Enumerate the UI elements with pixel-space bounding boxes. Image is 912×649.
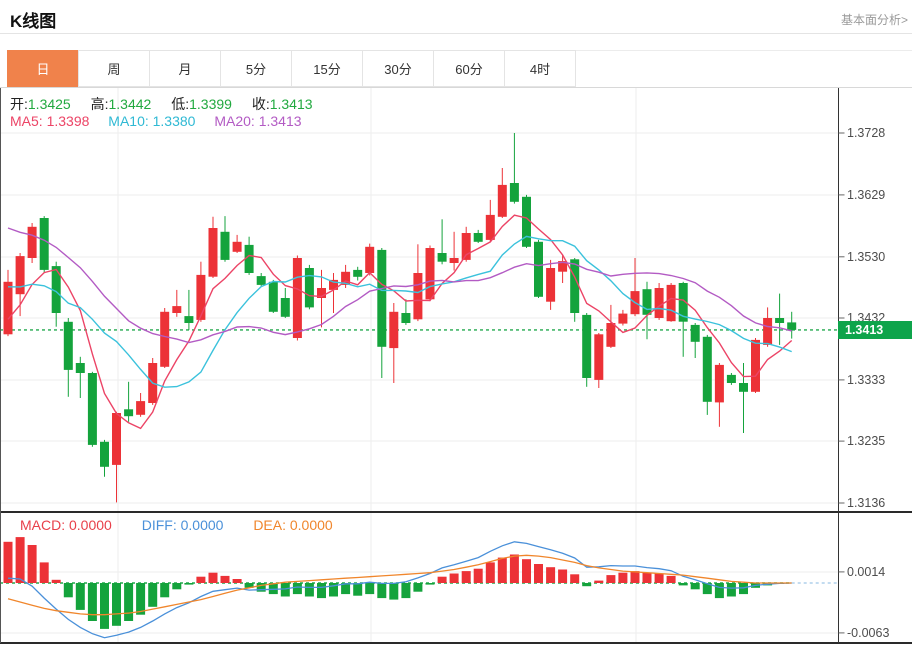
price-axis-label: 1.3333: [847, 372, 885, 388]
close-value: 1.3413: [270, 96, 313, 112]
current-price-badge: 1.3413: [838, 321, 912, 339]
macd-axis-label: 0.0014: [847, 564, 885, 580]
macd-legend: MACD: 0.0000 DIFF: 0.0000 DEA: 0.0000: [20, 517, 333, 533]
kline-widget: K线图 基本面分析> 日周月5分15分30分60分4时 开:1.3425 高:1…: [0, 0, 912, 649]
low-label: 低:: [171, 96, 189, 112]
ma10-line: [8, 236, 792, 387]
price-axis-label: 1.3728: [847, 125, 885, 141]
low-value: 1.3399: [189, 96, 232, 112]
price-axis-label: 1.3235: [847, 433, 885, 449]
open-label: 开:: [10, 96, 28, 112]
macd-axis-label: -0.0063: [847, 625, 889, 641]
macd-value-legend: MACD: 0.0000: [20, 517, 112, 533]
ohlc-legend: 开:1.3425 高:1.3442 低:1.3399 收:1.3413: [10, 94, 329, 114]
price-axis-label: 1.3530: [847, 249, 885, 265]
close-label: 收:: [252, 96, 270, 112]
ma-legend: MA5: 1.3398 MA10: 1.3380 MA20: 1.3413: [10, 113, 302, 129]
ma5-legend: MA5: 1.3398: [10, 113, 89, 129]
high-value: 1.3442: [109, 96, 152, 112]
ma20-legend: MA20: 1.3413: [214, 113, 301, 129]
open-value: 1.3425: [28, 96, 71, 112]
price-axis-label: 1.3136: [847, 495, 885, 511]
high-label: 高:: [91, 96, 109, 112]
diff-value-legend: DIFF: 0.0000: [142, 517, 224, 533]
dea-value-legend: DEA: 0.0000: [253, 517, 332, 533]
ma10-legend: MA10: 1.3380: [108, 113, 195, 129]
price-axis-label: 1.3629: [847, 187, 885, 203]
ma5-line: [8, 215, 792, 428]
